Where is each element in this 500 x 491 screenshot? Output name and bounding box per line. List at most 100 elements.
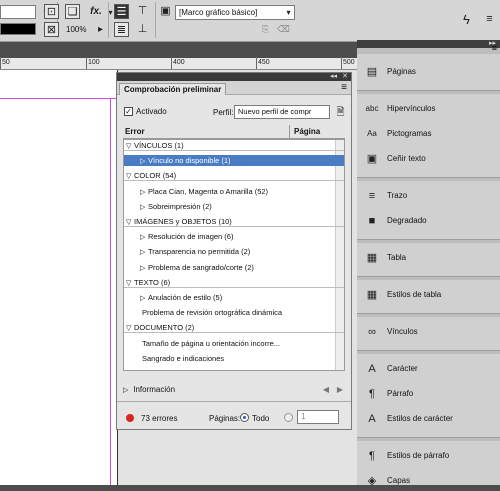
panel-item-glyphs[interactable]: Aa Pictogramas	[357, 124, 500, 144]
character-styles-icon: A	[368, 413, 376, 425]
ruler-label: 500	[343, 59, 355, 66]
error-item-row[interactable]: Tamaño de página u orientación incorre..…	[124, 338, 344, 349]
row-label: VÍNCULOS (1)	[134, 141, 184, 150]
next-arrow-icon[interactable]: ▶	[337, 383, 343, 397]
panel-item-paragraph[interactable]: ¶ Párrafo	[357, 384, 500, 404]
error-item-row[interactable]: ▷ Placa Cian, Magenta o Amarilla (52)	[124, 186, 344, 197]
error-category-row[interactable]: ▽ COLOR (54)	[124, 170, 344, 182]
prev-arrow-icon[interactable]: ◀	[323, 383, 329, 397]
panel-item-table[interactable]: ▦ Tabla	[357, 248, 500, 268]
collapse-arrow-icon[interactable]: ▽	[126, 278, 134, 287]
panel-item-label: Hipervínculos	[387, 104, 436, 113]
ruler-label: 450	[258, 59, 270, 66]
hyperlinks-icon: abc	[365, 104, 379, 113]
panel-item-table-styles[interactable]: ▦ Estilos de tabla	[357, 285, 500, 305]
error-item-row[interactable]: ▷ Anulación de estilo (5)	[124, 292, 344, 303]
row-label: Transparencia no permitida (2)	[148, 247, 251, 257]
panel-menu-icon[interactable]: ≡	[482, 12, 497, 27]
expand-arrow-icon: ▷	[123, 387, 129, 394]
profile-edit-icon[interactable]: 🗎	[333, 105, 348, 120]
panel-item-paragraph-styles[interactable]: ¶ Estilos de párrafo	[357, 446, 500, 466]
panel-item-label: Pictogramas	[387, 129, 432, 138]
pages-icon: ▤	[366, 66, 378, 78]
lightning-icon[interactable]: ϟ	[459, 12, 474, 27]
clear-effects-icon[interactable]: ⊠	[44, 22, 59, 37]
object-style-select[interactable]: [Marco gráfico básico]	[175, 5, 295, 20]
column-header-error[interactable]: Error	[125, 125, 145, 139]
error-item-row[interactable]: Problema de revisión ortográfica dinámic…	[124, 307, 344, 318]
panel-item-label: Tabla	[387, 253, 407, 262]
fit-content-icon[interactable]: ⊡	[44, 4, 59, 19]
align-top-icon[interactable]: ⊤	[135, 4, 150, 19]
stroke-type-select[interactable]	[0, 23, 36, 35]
panel-menu-icon[interactable]: ≡	[341, 82, 347, 93]
activated-checkbox[interactable]: ✓	[124, 107, 133, 116]
error-item-row[interactable]: Sangrado e indicaciones	[124, 353, 344, 364]
error-item-row[interactable]: ▷ Resolución de imagen (6)	[124, 231, 344, 242]
layers-icon: ◈	[367, 475, 377, 487]
error-category-row[interactable]: ▽ VÍNCULOS (1)	[124, 140, 344, 151]
page-range-radio[interactable]	[284, 413, 293, 422]
ruler-label: 100	[88, 59, 100, 66]
expand-arrow-icon[interactable]: ▷	[140, 247, 148, 257]
collapse-arrow-icon[interactable]: ▽	[126, 141, 134, 150]
expand-arrow-icon[interactable]: ▷	[140, 263, 148, 273]
error-item-row[interactable]: ▷ Vínculo no disponible (1)	[124, 155, 344, 167]
all-pages-radio[interactable]	[240, 413, 249, 422]
error-item-row[interactable]: ▷ Sobreimpresión (2)	[124, 201, 344, 212]
tab-preflight[interactable]: Comprobación preliminar	[119, 83, 227, 95]
column-header-page[interactable]: Página	[289, 125, 320, 139]
error-item-row[interactable]: ▷ Problema de sangrado/corte (2)	[124, 262, 344, 273]
row-label: Sobreimpresión (2)	[148, 201, 212, 211]
error-category-row[interactable]: ▽ DOCUMENTO (2)	[124, 322, 344, 334]
collapse-icon[interactable]: ◂◂	[330, 72, 337, 80]
drop-shadow-icon[interactable]: ❑	[65, 4, 80, 19]
expand-arrow-icon[interactable]: ▷	[140, 202, 148, 212]
close-icon[interactable]: ✕	[342, 72, 348, 80]
info-section[interactable]: ▷ Información ◀ ▶	[123, 383, 345, 397]
panel-item-pages[interactable]: ▤ Páginas	[357, 62, 500, 82]
clear-overrides-icon[interactable]: ⎘	[258, 22, 273, 37]
panel-item-text-wrap[interactable]: ▣ Ceñir texto	[357, 149, 500, 169]
row-label: Sangrado e indicaciones	[142, 353, 225, 363]
panel-item-label: Capas	[387, 476, 411, 485]
pages-label: Páginas:	[209, 414, 241, 423]
expand-arrow-icon[interactable]: ▷	[140, 187, 148, 197]
expand-arrow-icon[interactable]: ▷	[140, 156, 148, 166]
align-bottom-icon[interactable]: ⊥	[135, 22, 150, 37]
row-label: Problema de sangrado/corte (2)	[148, 262, 254, 272]
collapse-arrow-icon[interactable]: ▽	[126, 171, 134, 180]
expand-arrow-icon[interactable]: ▷	[140, 293, 148, 303]
error-item-row[interactable]: ▷ Transparencia no permitida (2)	[124, 246, 344, 257]
row-label: Problema de revisión ortográfica dinámic…	[142, 308, 283, 318]
opacity-arrow-icon[interactable]: ▸	[93, 22, 108, 37]
profile-select[interactable]: Nuevo perfil de compr	[234, 105, 330, 119]
row-label: DOCUMENTO (2)	[134, 323, 195, 333]
dropdown-arrow-icon: ▾	[286, 8, 291, 17]
dock-menu-icon[interactable]: ≡	[492, 43, 497, 53]
error-category-row[interactable]: ▽ IMÁGENES y OBJETOS (10)	[124, 216, 344, 227]
collapse-arrow-icon[interactable]: ▽	[126, 217, 134, 226]
stroke-weight-field[interactable]	[0, 5, 36, 19]
collapse-arrow-icon[interactable]: ▽	[126, 323, 134, 332]
clear-attributes-icon[interactable]: ⌫	[276, 22, 291, 37]
margin-guide	[0, 98, 117, 99]
text-frame-options-icon[interactable]: ☰	[114, 4, 129, 19]
panel-item-character[interactable]: A Carácter	[357, 359, 500, 379]
opacity-field[interactable]: 100%	[63, 23, 93, 36]
panel-item-stroke[interactable]: ≡ Trazo	[357, 186, 500, 206]
row-label: Resolución de imagen (6)	[148, 232, 234, 242]
error-category-row[interactable]: ▽ TEXTO (6)	[124, 277, 344, 288]
row-label: COLOR (54)	[134, 171, 177, 181]
panel-item-links[interactable]: ∞ Vínculos	[357, 322, 500, 342]
paragraph-styles-icon: ¶	[369, 450, 375, 462]
panel-item-gradient[interactable]: ■ Degradado	[357, 211, 500, 231]
panel-item-character-styles[interactable]: A Estilos de carácter	[357, 409, 500, 429]
page-range-input[interactable]: 1	[297, 410, 339, 424]
panel-item-layers[interactable]: ◈ Capas	[357, 471, 500, 491]
expand-arrow-icon[interactable]: ▷	[140, 232, 148, 242]
margin-guide	[110, 98, 111, 485]
align-center-icon[interactable]: ≣	[114, 22, 129, 37]
panel-item-label: Carácter	[387, 364, 418, 373]
panel-item-hyperlinks[interactable]: abc Hipervínculos	[357, 99, 500, 119]
